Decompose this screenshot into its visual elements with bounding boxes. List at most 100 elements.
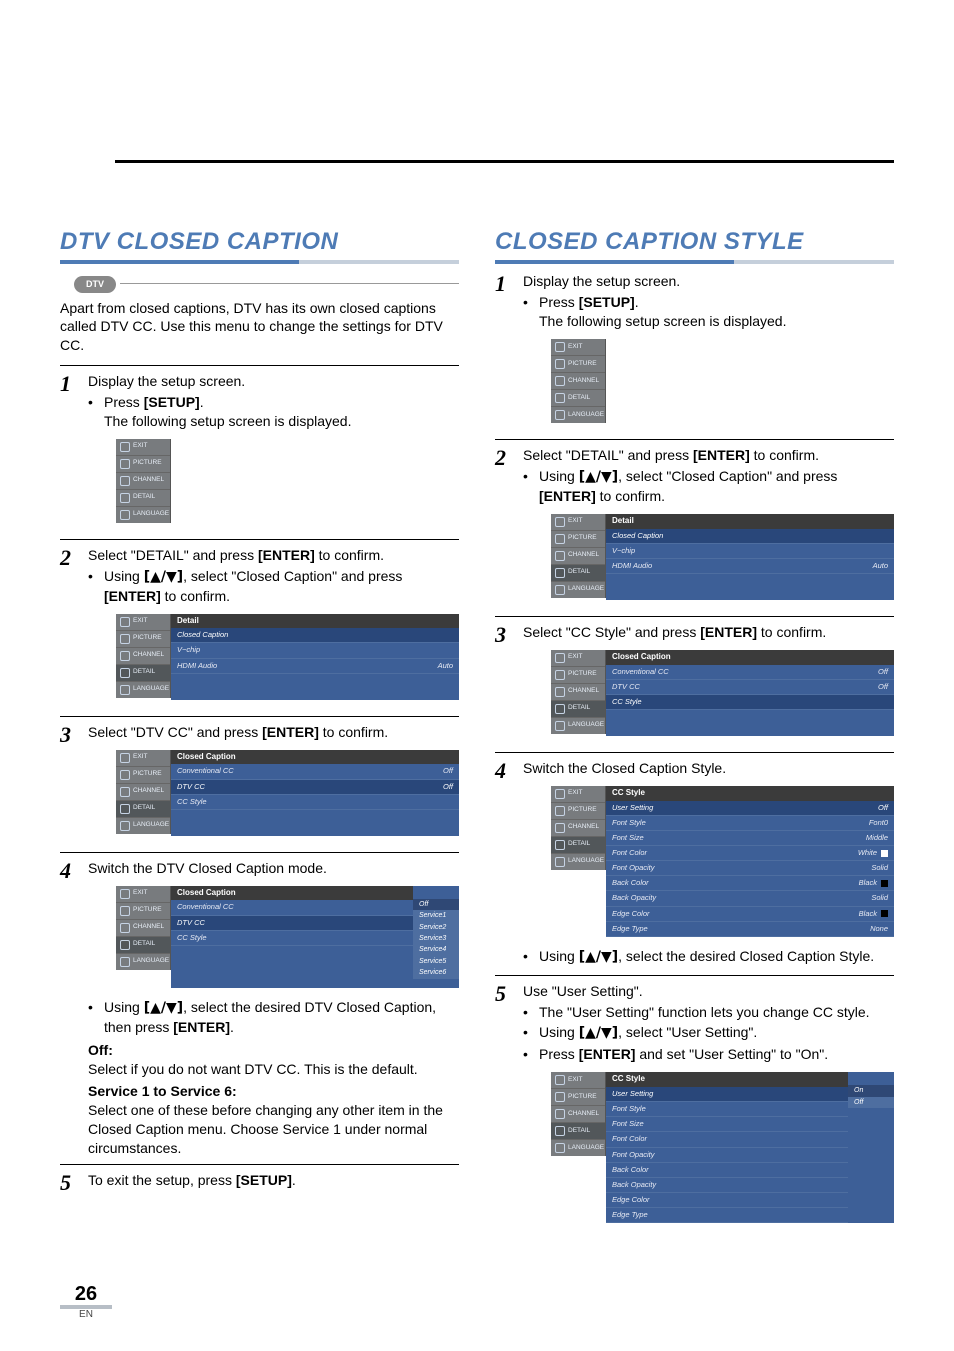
step-separator — [495, 752, 894, 753]
osd-sidebar-item: LANGUAGE — [116, 682, 170, 698]
osd-sidebar-item: CHANNEL — [116, 648, 170, 665]
osd-sidebar-item: DETAIL — [551, 390, 605, 407]
osd-sidebar-label: PICTURE — [568, 1093, 597, 1102]
step-number: 1 — [495, 272, 515, 433]
osd-sidebar-label: PICTURE — [568, 534, 597, 543]
osd-row: Edge Color — [606, 1193, 848, 1208]
osd-menu-icon — [120, 634, 130, 644]
osd-menu-icon — [555, 359, 565, 369]
osd-sidebar-item: DETAIL — [551, 1123, 605, 1140]
osd-row: Closed Caption — [171, 628, 459, 643]
step-separator — [495, 975, 894, 976]
osd-sidebar-item: LANGUAGE — [551, 407, 605, 423]
osd-sidebar-label: EXIT — [133, 617, 147, 626]
osd-menu-icon — [120, 821, 130, 831]
step-text: Select "CC Style" and press [ENTER] to c… — [523, 623, 894, 642]
osd-closed-caption-screen: EXITPICTURECHANNELDETAILLANGUAGE Closed … — [551, 650, 894, 736]
osd-sidebar-item: CHANNEL — [551, 820, 605, 837]
osd-setup-screen: EXITPICTURECHANNELDETAILLANGUAGE — [116, 439, 459, 523]
osd-sidebar-label: LANGUAGE — [568, 857, 604, 866]
osd-option: Service2 — [413, 922, 459, 933]
osd-row: User SettingOff — [606, 801, 894, 816]
option-text: Select if you do not want DTV CC. This i… — [88, 1060, 459, 1079]
osd-menu-icon — [555, 393, 565, 403]
step-separator — [60, 852, 459, 853]
osd-row: Edge ColorBlack — [606, 907, 894, 922]
step-text: Select "DETAIL" and press [ENTER] to con… — [523, 446, 894, 465]
osd-sidebar-item: PICTURE — [116, 767, 170, 784]
osd-sidebar-item: PICTURE — [116, 456, 170, 473]
page-top-rule — [115, 160, 894, 163]
osd-menu-icon — [555, 670, 565, 680]
osd-sidebar-item: LANGUAGE — [116, 507, 170, 523]
osd-sidebar-item: DETAIL — [551, 701, 605, 718]
bullet-text: The "User Setting" function lets you cha… — [539, 1003, 870, 1022]
osd-option: Off — [413, 899, 459, 910]
osd-sidebar-label: PICTURE — [133, 634, 162, 643]
osd-row: Font Opacity — [606, 1148, 848, 1163]
osd-sidebar-item: CHANNEL — [551, 1106, 605, 1123]
osd-panel-title: Detail — [606, 514, 894, 529]
osd-sidebar-label: LANGUAGE — [133, 821, 169, 830]
osd-sidebar-item: CHANNEL — [551, 373, 605, 390]
osd-sidebar-label: EXIT — [133, 889, 147, 898]
osd-sidebar-label: DETAIL — [568, 704, 590, 713]
osd-cc-style-user-setting: EXITPICTURECHANNELDETAILLANGUAGE CC Styl… — [551, 1072, 894, 1223]
osd-option: Service3 — [413, 933, 459, 944]
osd-sidebar-item: DETAIL — [116, 490, 170, 507]
dtv-badge: DTV — [74, 276, 116, 292]
step-separator — [495, 616, 894, 617]
osd-menu-icon — [555, 585, 565, 595]
section-heading-dtv-cc: DTV CLOSED CAPTION — [60, 226, 459, 258]
osd-sidebar-label: DETAIL — [133, 940, 155, 949]
osd-dtv-cc-mode: EXITPICTURECHANNELDETAILLANGUAGE Closed … — [116, 886, 459, 988]
bullet-text: Using [▲/▼], select "User Setting". — [539, 1023, 757, 1043]
osd-sidebar-item: DETAIL — [551, 565, 605, 582]
osd-sidebar-item: PICTURE — [116, 903, 170, 920]
option-heading-off: Off: — [88, 1041, 459, 1060]
osd-row: Font Style — [606, 1102, 848, 1117]
osd-sidebar-label: EXIT — [133, 753, 147, 762]
bullet-text: Using [▲/▼], select "Closed Caption" and… — [539, 467, 894, 506]
osd-row: DTV CCOff — [606, 680, 894, 695]
osd-menu-icon — [120, 651, 130, 661]
step-number: 3 — [495, 623, 515, 746]
osd-sidebar-item: EXIT — [551, 339, 605, 356]
osd-menu-icon — [555, 1092, 565, 1102]
osd-detail-screen: EXITPICTURECHANNELDETAILLANGUAGE Detail … — [551, 514, 894, 600]
osd-menu-icon — [120, 459, 130, 469]
osd-sidebar-label: DETAIL — [133, 804, 155, 813]
osd-option: On — [848, 1085, 894, 1096]
osd-sidebar-label: LANGUAGE — [133, 685, 169, 694]
osd-row: DTV CCOff — [171, 780, 459, 795]
osd-row: Font StyleFont0 — [606, 816, 894, 831]
color-swatch-icon — [881, 850, 888, 857]
osd-menu-icon — [120, 923, 130, 933]
option-text: Select one of these before changing any … — [88, 1101, 459, 1158]
osd-sidebar-item: CHANNEL — [116, 784, 170, 801]
step-text: Switch the DTV Closed Caption mode. — [88, 859, 459, 878]
osd-sidebar-label: EXIT — [568, 517, 582, 526]
osd-sidebar-label: DETAIL — [133, 668, 155, 677]
osd-menu-icon — [555, 1143, 565, 1153]
osd-sidebar-label: CHANNEL — [133, 651, 164, 660]
osd-sidebar-label: PICTURE — [133, 906, 162, 915]
osd-row: HDMI AudioAuto — [171, 659, 459, 674]
osd-menu-icon — [555, 568, 565, 578]
osd-sidebar-item: PICTURE — [551, 667, 605, 684]
osd-row: Back ColorBlack — [606, 876, 894, 891]
osd-sidebar-item: DETAIL — [116, 665, 170, 682]
osd-row: Font Size — [606, 1117, 848, 1132]
osd-row: CC Style — [171, 795, 459, 810]
step-separator — [495, 439, 894, 440]
osd-menu-icon — [555, 1075, 565, 1085]
osd-sidebar-label: CHANNEL — [133, 476, 164, 485]
osd-menu-icon — [555, 704, 565, 714]
osd-menu-icon — [555, 1126, 565, 1136]
osd-sidebar-label: LANGUAGE — [568, 721, 604, 730]
step-separator — [60, 716, 459, 717]
osd-cc-style-screen: EXITPICTURECHANNELDETAILLANGUAGE CC Styl… — [551, 786, 894, 937]
step-number: 1 — [60, 372, 80, 533]
osd-row: Back OpacitySolid — [606, 891, 894, 906]
osd-panel-title: Detail — [171, 614, 459, 629]
